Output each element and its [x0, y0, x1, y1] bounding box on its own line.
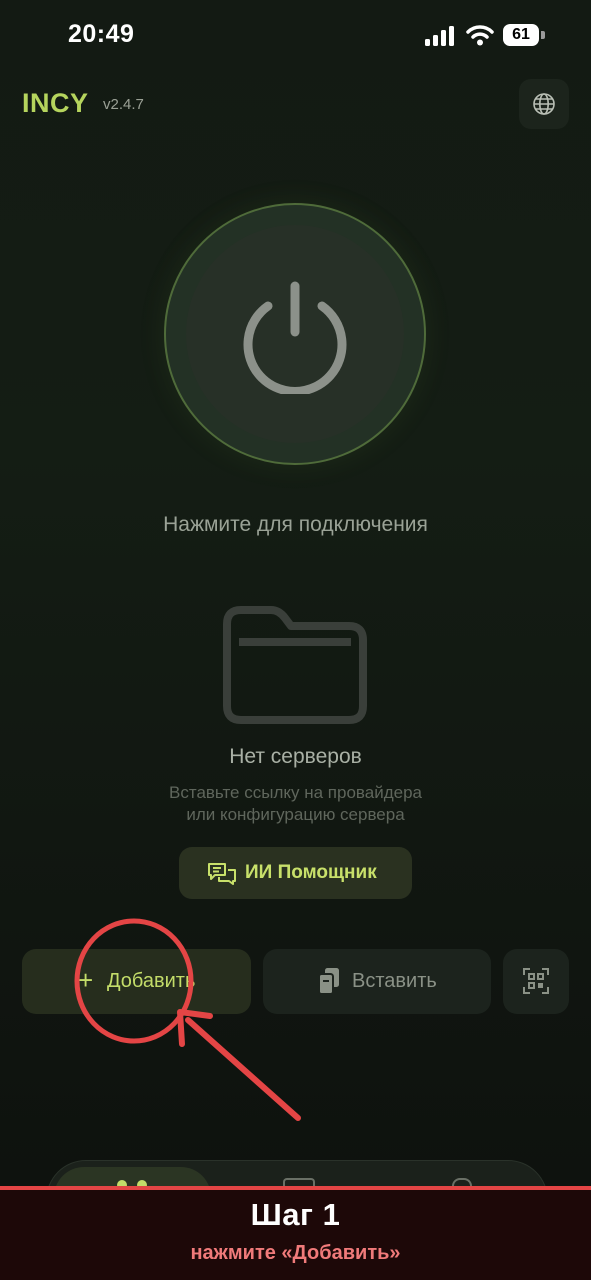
add-button[interactable]: + Добавить	[22, 949, 251, 1014]
battery-level: 61	[503, 24, 539, 46]
power-icon	[243, 281, 347, 394]
battery-indicator: 61	[503, 24, 545, 46]
globe-icon	[533, 93, 555, 115]
plus-icon: +	[78, 965, 94, 995]
app-logo: INCY	[22, 88, 89, 118]
wifi-icon	[466, 25, 494, 46]
empty-hint-line2: или конфигурацию сервера	[186, 805, 405, 824]
clipboard-icon	[318, 968, 339, 995]
empty-hint-line1: Вставьте ссылку на провайдера	[169, 783, 422, 802]
pointer-arrow-head	[177, 1009, 213, 1047]
step-title: Шаг 1	[250, 1197, 341, 1232]
assistant-button[interactable]: ИИ Помощник	[179, 847, 412, 899]
step-subtitle: нажмите «Добавить»	[190, 1242, 401, 1264]
cellular-signal-icon	[425, 26, 454, 46]
app-version: v2.4.7	[103, 96, 144, 113]
qr-scan-icon	[523, 968, 549, 994]
assistant-label: ИИ Помощник	[245, 862, 377, 883]
language-button[interactable]	[519, 79, 569, 129]
scan-qr-button[interactable]	[503, 949, 569, 1014]
chat-bubbles-icon	[208, 863, 236, 885]
folder-icon	[223, 606, 367, 724]
paste-label: Вставить	[352, 970, 437, 992]
pointer-arrow-shaft	[185, 1017, 301, 1121]
empty-hint: Вставьте ссылку на провайдера или конфиг…	[0, 782, 591, 826]
paste-button[interactable]: Вставить	[263, 949, 491, 1014]
connect-hint: Нажмите для подключения	[163, 513, 428, 536]
empty-title: Нет серверов	[229, 745, 362, 768]
status-time: 20:49	[68, 20, 135, 48]
add-label: Добавить	[107, 970, 196, 992]
